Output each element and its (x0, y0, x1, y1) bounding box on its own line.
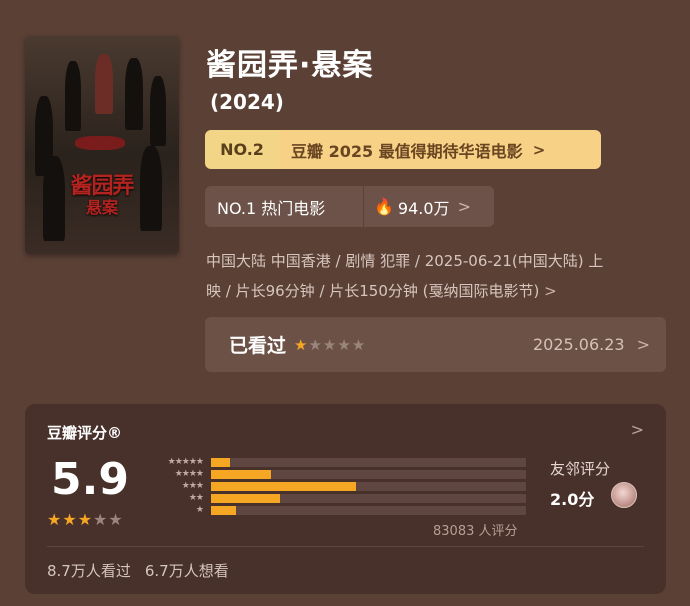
rating-score: 5.9 (51, 454, 129, 505)
heat-index: 🔥 94.0万 > (364, 186, 494, 227)
chevron-right-icon[interactable]: > (631, 420, 644, 439)
rating-bar-track (211, 505, 526, 515)
rating-card[interactable]: 豆瓣评分® > 5.9 ★★★★★ ★★★★★ ★★★★ ★★★ ★★ ★ 83083 … (25, 404, 666, 594)
rating-bar-track (211, 457, 526, 467)
hot-rank-label: NO.1 热门电影 (205, 186, 364, 227)
rating-bar-row: ★★★★★ (145, 456, 526, 468)
friend-rating-score: 2.0分 (550, 490, 595, 509)
heat-value: 94.0万 (397, 198, 450, 218)
star-level-label: ★★★★★ (167, 457, 204, 467)
rating-stars: ★★★★★ (47, 510, 124, 529)
poster-figure (95, 54, 113, 114)
divider (47, 546, 644, 547)
poster-figure (65, 61, 81, 131)
rating-bar-row: ★★★★ (145, 468, 526, 480)
watched-date: 2025.06.23 (532, 335, 625, 354)
rating-header: 豆瓣评分® (47, 424, 123, 442)
watched-label: 已看过 (229, 335, 287, 357)
friend-avatar[interactable] (611, 482, 637, 508)
rating-bar-track (211, 469, 526, 479)
movie-poster[interactable]: 酱园弄 悬案 (25, 36, 179, 254)
friend-rating-label: 友邻评分 (550, 460, 611, 478)
star-level-label: ★★★ (181, 481, 204, 491)
rating-bar-fill (211, 493, 281, 503)
movie-title: 酱园弄·悬案 (206, 48, 374, 83)
poster-subtitle: 悬案 (85, 198, 118, 217)
rating-bar-row: ★ (145, 504, 526, 516)
rating-bar-row: ★★ (145, 492, 526, 504)
watched-count: 8.7万人看过 (47, 562, 131, 580)
meta-line-1: 中国大陆 中国香港 / 剧情 犯罪 / 2025-06-21(中国大陆) 上 (206, 252, 604, 270)
chevron-right-icon: > (636, 335, 650, 354)
star-level-label: ★ (195, 505, 204, 515)
ranking-number: NO.2 (205, 130, 279, 169)
star-icon-empty: ★★ (93, 510, 124, 529)
star-level-label: ★★ (188, 493, 204, 503)
fire-icon: 🔥 (374, 197, 394, 216)
rating-bar-fill (211, 481, 356, 491)
meta-line-2: 映 / 片长96分钟 / 片长150分钟 (戛纳国际电影节) (206, 282, 540, 300)
movie-meta[interactable]: 中国大陆 中国香港 / 剧情 犯罪 / 2025-06-21(中国大陆) 上 映… (206, 246, 666, 306)
rating-count: 83083 人评分 (433, 524, 518, 539)
movie-year: (2024) (210, 90, 284, 114)
rating-bar-track (211, 481, 526, 491)
chevron-right-icon: > (457, 197, 471, 216)
poster-figure (125, 58, 143, 130)
star-icon-empty: ★★★★ (308, 335, 367, 354)
rating-bar-track (211, 493, 526, 503)
audience-stats: 8.7万人看过 6.7万人想看 (47, 560, 229, 581)
ranking-label: 豆瓣 2025 最值得期待华语电影 > (279, 130, 601, 169)
star-icon-filled: ★ (294, 335, 309, 354)
user-rating-stars: ★★★★★ (294, 336, 366, 354)
rating-bar-row: ★★★ (145, 480, 526, 492)
rating-bar-fill (211, 505, 237, 515)
ranking-banner-hot[interactable]: NO.1 热门电影 🔥 94.0万 > (205, 186, 494, 227)
star-level-label: ★★★★ (174, 469, 204, 479)
ranking-label-text: 豆瓣 2025 最值得期待华语电影 (291, 141, 523, 161)
poster-figure (150, 76, 166, 146)
chevron-right-icon: > (532, 140, 546, 159)
ranking-banner-expected[interactable]: NO.2 豆瓣 2025 最值得期待华语电影 > (205, 130, 601, 169)
poster-blood (75, 136, 125, 150)
watched-status-row[interactable]: 已看过 ★★★★★ 2025.06.23 > (205, 317, 666, 372)
chevron-right-icon: > (544, 282, 557, 300)
rating-bar-fill (211, 457, 230, 467)
star-icon-filled: ★★★ (47, 510, 94, 529)
rating-distribution: ★★★★★ ★★★★ ★★★ ★★ ★ (145, 456, 526, 516)
rating-bar-fill (211, 469, 271, 479)
want-count: 6.7万人想看 (144, 562, 229, 580)
